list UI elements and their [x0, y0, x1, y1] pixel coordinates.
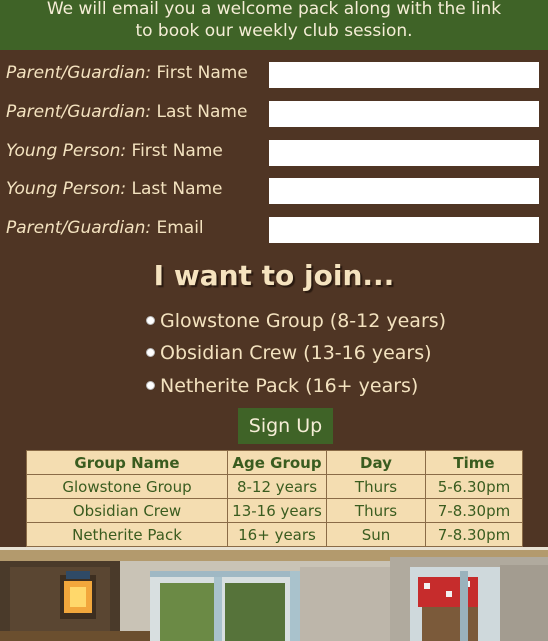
parent-first-name-label: Parent/Guardian: First Name [6, 63, 248, 83]
label-role: Parent/Guardian: [6, 63, 152, 83]
label-role: Young Person: [6, 179, 127, 199]
welcome-banner: We will email you a welcome pack along w… [0, 0, 548, 50]
option-netherite[interactable]: Netherite Pack (16+ years) [146, 375, 418, 397]
table-row: Netherite Pack 16+ years Sun 7-8.30pm [26, 522, 523, 547]
option-obsidian[interactable]: Obsidian Crew (13-16 years) [146, 342, 432, 364]
label-role: Parent/Guardian: [6, 218, 152, 238]
label-field: First Name [156, 63, 248, 83]
radio-icon[interactable] [146, 316, 155, 325]
label-role: Parent/Guardian: [6, 102, 152, 122]
table-cell: 5-6.30pm [425, 474, 523, 499]
scene-illustration [0, 547, 548, 641]
minecraft-scene-image [0, 547, 548, 641]
banner-line-1: We will email you a welcome pack along w… [46, 0, 502, 19]
table-row: Obsidian Crew 13-16 years Thurs 7-8.30pm [26, 498, 523, 523]
young-first-name-row: Young Person: First Name [0, 136, 548, 166]
column-header: Group Name [26, 450, 228, 475]
option-label: Netherite Pack (16+ years) [160, 375, 419, 397]
table-cell: 7-8.30pm [425, 522, 523, 547]
column-header: Age Group [227, 450, 327, 475]
table-row: Glowstone Group 8-12 years Thurs 5-6.30p… [26, 474, 523, 499]
parent-last-name-label: Parent/Guardian: Last Name [6, 102, 247, 122]
young-first-name-input[interactable] [269, 140, 539, 166]
parent-last-name-input[interactable] [269, 101, 539, 127]
table-cell: Glowstone Group [26, 474, 228, 499]
table-cell: Netherite Pack [26, 522, 228, 547]
table-cell: 7-8.30pm [425, 498, 523, 523]
table-cell: Thurs [326, 474, 426, 499]
label-field: Last Name [131, 179, 223, 199]
groups-table: Group Name Age Group Day Time Glowstone … [26, 450, 523, 547]
parent-email-input[interactable] [269, 217, 539, 243]
table-header-row: Group Name Age Group Day Time [26, 450, 523, 475]
parent-last-name-row: Parent/Guardian: Last Name [0, 97, 548, 127]
parent-first-name-input[interactable] [269, 62, 539, 88]
table-cell: Thurs [326, 498, 426, 523]
column-header: Day [326, 450, 426, 475]
table-cell: 16+ years [227, 522, 327, 547]
parent-email-row: Parent/Guardian: Email [0, 213, 548, 243]
radio-icon[interactable] [146, 381, 155, 390]
radio-icon[interactable] [146, 348, 155, 357]
option-label: Glowstone Group (8-12 years) [160, 310, 447, 332]
option-glowstone[interactable]: Glowstone Group (8-12 years) [146, 310, 446, 332]
table-cell: 8-12 years [227, 474, 327, 499]
parent-email-label: Parent/Guardian: Email [6, 218, 204, 238]
label-field: First Name [131, 141, 223, 161]
young-first-name-label: Young Person: First Name [6, 141, 223, 161]
join-title: I want to join... [153, 259, 395, 292]
young-last-name-input[interactable] [269, 178, 539, 204]
option-label: Obsidian Crew (13-16 years) [160, 342, 432, 364]
label-field: Email [156, 218, 204, 238]
label-field: Last Name [156, 102, 248, 122]
young-last-name-row: Young Person: Last Name [0, 174, 548, 204]
table-cell: Sun [326, 522, 426, 547]
sign-up-button[interactable]: Sign Up [238, 408, 333, 444]
label-role: Young Person: [6, 141, 127, 161]
table-cell: 13-16 years [227, 498, 327, 523]
column-header: Time [425, 450, 523, 475]
table-cell: Obsidian Crew [26, 498, 228, 523]
banner-line-2: to book our weekly club session. [135, 21, 413, 41]
young-last-name-label: Young Person: Last Name [6, 179, 223, 199]
parent-first-name-row: Parent/Guardian: First Name [0, 58, 548, 88]
